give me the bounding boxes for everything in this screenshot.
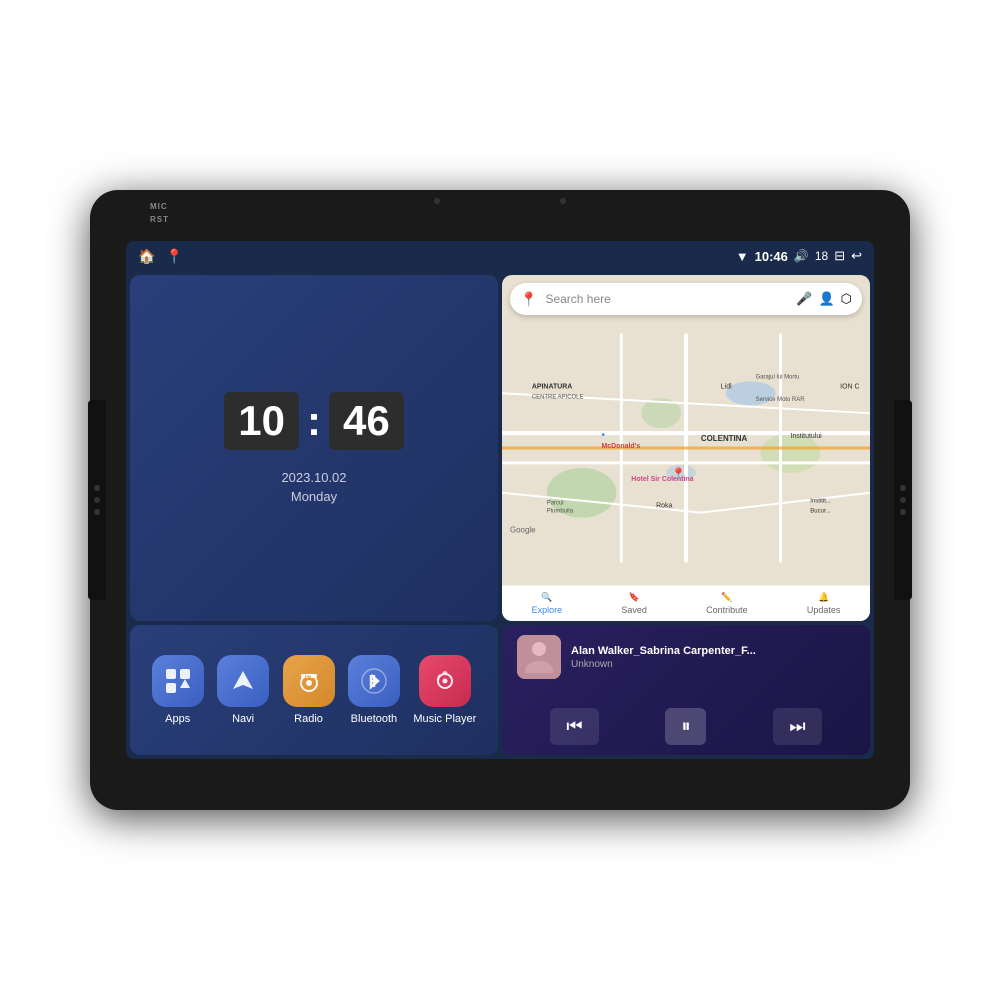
- main-content: 10 : 46 2023.10.02 Monday 📍 Search here …: [126, 271, 874, 759]
- updates-icon: 🔔: [818, 592, 829, 603]
- volume-icon: 🔊: [794, 249, 809, 263]
- apps-panel: Apps Navi: [130, 625, 498, 755]
- apps-label: Apps: [165, 713, 190, 725]
- top-hole-right: [560, 198, 566, 204]
- explore-icon: 🔍: [541, 592, 552, 603]
- mic-label: MIC: [150, 202, 169, 211]
- app-item-radio[interactable]: FM Radio: [283, 655, 335, 725]
- svg-text:📍: 📍: [671, 467, 686, 481]
- svg-text:APINATURA: APINATURA: [532, 383, 572, 390]
- screen: 🏠 📍 ▼ 10:46 🔊 18 ⊟ ↩ 10 : 46: [126, 241, 874, 759]
- navi-label: Navi: [232, 713, 254, 725]
- clock-colon: :: [307, 400, 321, 442]
- maps-icon[interactable]: 📍: [165, 248, 182, 265]
- bluetooth-label: Bluetooth: [351, 713, 397, 725]
- svg-text:Institutului: Institutului: [790, 433, 822, 440]
- app-item-bluetooth[interactable]: Bluetooth: [348, 655, 400, 725]
- svg-text:Roka: Roka: [656, 503, 672, 510]
- svg-text:Garajul lui Mortu: Garajul lui Mortu: [756, 374, 800, 380]
- svg-text:Service Moto RAR: Service Moto RAR: [756, 397, 806, 403]
- app-item-apps[interactable]: Apps: [152, 655, 204, 725]
- svg-text:COLENTINA: COLENTINA: [701, 434, 748, 443]
- play-pause-button[interactable]: ⏸: [665, 708, 706, 745]
- music-player-label: Music Player: [413, 713, 476, 725]
- music-title: Alan Walker_Sabrina Carpenter_F...: [571, 645, 855, 657]
- album-art: [517, 635, 561, 679]
- music-controls: ⏮ ⏸ ⏭: [517, 708, 855, 745]
- home-icon[interactable]: 🏠: [138, 248, 155, 265]
- map-panel[interactable]: 📍 Search here 🎤 👤 ⬡: [502, 275, 870, 621]
- map-tab-explore[interactable]: 🔍 Explore: [532, 592, 563, 615]
- status-right: ▼ 10:46 🔊 18 ⊟ ↩: [736, 248, 862, 264]
- app-item-navi[interactable]: Navi: [217, 655, 269, 725]
- svg-text:•: •: [601, 430, 605, 441]
- account-icon[interactable]: 👤: [818, 291, 834, 307]
- search-placeholder[interactable]: Search here: [545, 292, 788, 306]
- clock-minutes: 46: [329, 392, 404, 450]
- saved-label: Saved: [621, 605, 647, 615]
- saved-icon: 🔖: [629, 592, 640, 603]
- music-player-icon: [419, 655, 471, 707]
- radio-label: Radio: [294, 713, 323, 725]
- car-unit: MIC RST 🏠 📍 ▼ 10:46 🔊 18 ⊟ ↩: [90, 190, 910, 810]
- top-hole-left: [434, 198, 440, 204]
- rst-label: RST: [150, 215, 169, 224]
- map-tab-contribute[interactable]: ✏️ Contribute: [706, 592, 748, 615]
- window-icon: ⊟: [834, 248, 845, 264]
- top-bar: MIC RST: [150, 202, 169, 224]
- svg-text:Plumbuita: Plumbuita: [547, 509, 574, 515]
- music-artist: Unknown: [571, 659, 855, 670]
- album-art-placeholder: [517, 635, 561, 679]
- radio-icon: FM: [283, 655, 335, 707]
- side-detail-right: [894, 400, 912, 600]
- back-icon[interactable]: ↩: [851, 248, 862, 264]
- mic-search-icon[interactable]: 🎤: [796, 291, 812, 307]
- map-tab-updates[interactable]: 🔔 Updates: [807, 592, 841, 615]
- map-tab-saved[interactable]: 🔖 Saved: [621, 592, 647, 615]
- contribute-icon: ✏️: [721, 592, 732, 603]
- svg-text:CENTRE APICOLE: CENTRE APICOLE: [532, 394, 584, 400]
- layers-icon[interactable]: ⬡: [841, 291, 852, 307]
- date-display: 2023.10.02 Monday: [281, 470, 346, 504]
- map-pin-icon: 📍: [520, 291, 537, 308]
- date-day: Monday: [281, 489, 346, 504]
- contribute-label: Contribute: [706, 605, 748, 615]
- wifi-icon: ▼: [736, 249, 749, 264]
- status-time: 10:46: [755, 249, 788, 264]
- svg-text:Google: Google: [510, 526, 536, 535]
- top-holes: [434, 198, 566, 204]
- app-item-music[interactable]: Music Player: [413, 655, 476, 725]
- svg-text:Bucur...: Bucur...: [810, 509, 831, 515]
- svg-text:ION C: ION C: [840, 383, 859, 390]
- date-value: 2023.10.02: [281, 470, 346, 485]
- clock-panel: 10 : 46 2023.10.02 Monday: [130, 275, 498, 621]
- updates-label: Updates: [807, 605, 841, 615]
- svg-text:McDonald's: McDonald's: [601, 443, 640, 450]
- svg-text:FM: FM: [305, 674, 311, 679]
- status-left: 🏠 📍: [138, 248, 183, 265]
- clock-hours: 10: [224, 392, 299, 450]
- apps-icon: [152, 655, 204, 707]
- music-text: Alan Walker_Sabrina Carpenter_F... Unkno…: [571, 645, 855, 670]
- explore-label: Explore: [532, 605, 563, 615]
- map-bottom-bar: 🔍 Explore 🔖 Saved ✏️ Contribute 🔔 Update…: [502, 585, 870, 621]
- prev-button[interactable]: ⏮: [550, 708, 598, 745]
- next-button[interactable]: ⏭: [773, 708, 821, 745]
- svg-text:Institit...: Institit...: [810, 499, 831, 505]
- volume-level: 18: [815, 249, 828, 263]
- status-bar: 🏠 📍 ▼ 10:46 🔊 18 ⊟ ↩: [126, 241, 874, 271]
- map-search-bar[interactable]: 📍 Search here 🎤 👤 ⬡: [510, 283, 862, 315]
- side-detail-left: [88, 400, 106, 600]
- bottom-section: Apps Navi: [130, 625, 870, 755]
- clock-display: 10 : 46: [224, 392, 403, 450]
- navi-icon: [217, 655, 269, 707]
- map-svg: APINATURA CENTRE APICOLE Lidl Garajul lu…: [502, 275, 870, 621]
- map-search-icons: 🎤 👤 ⬡: [796, 291, 852, 307]
- bluetooth-icon: [348, 655, 400, 707]
- svg-text:Parcul: Parcul: [547, 501, 564, 507]
- music-panel: Alan Walker_Sabrina Carpenter_F... Unkno…: [502, 625, 870, 755]
- svg-text:Lidl: Lidl: [721, 383, 732, 390]
- music-info: Alan Walker_Sabrina Carpenter_F... Unkno…: [517, 635, 855, 679]
